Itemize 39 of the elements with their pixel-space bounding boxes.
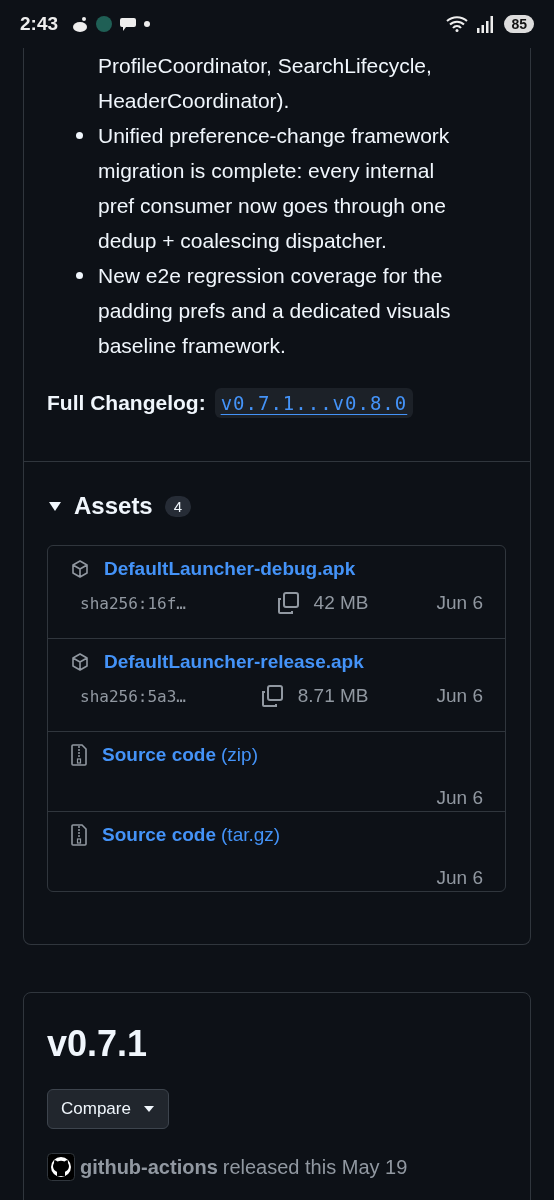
changelog-link[interactable]: v0.7.1...v0.8.0 xyxy=(214,388,414,418)
asset-date: Jun 6 xyxy=(436,867,483,889)
caret-icon xyxy=(142,1105,155,1113)
wifi-icon xyxy=(446,16,469,32)
asset-link[interactable]: Source code (tar.gz) xyxy=(102,824,281,846)
copy-icon[interactable] xyxy=(259,684,284,708)
copy-icon[interactable] xyxy=(275,591,300,615)
avatar-icon xyxy=(47,1153,75,1181)
asset-link[interactable]: DefaultLauncher-debug.apk xyxy=(104,558,356,580)
release-note: New e2e regression coverage for the padding prefs and a dedicated visuals baseline framework. xyxy=(98,263,452,359)
bullet-icon xyxy=(76,132,83,139)
asset-count: 4 xyxy=(164,495,192,517)
dot-icon xyxy=(144,21,151,27)
package-icon xyxy=(70,652,90,672)
chat-icon xyxy=(120,16,137,32)
changelog-label: Full Changelog: xyxy=(47,391,206,415)
asset-date: Jun 6 xyxy=(436,685,483,707)
bullet-icon xyxy=(76,272,83,279)
asset-link[interactable]: Source code (zip) xyxy=(102,744,258,766)
file-size: 42 MB xyxy=(313,592,369,614)
sha-hash: sha256:5a3… xyxy=(80,686,186,706)
file-size: 8.71 MB xyxy=(297,685,369,707)
package-icon xyxy=(70,559,90,579)
sha-hash: sha256:16f… xyxy=(80,593,186,613)
assets-heading[interactable]: Assets xyxy=(74,492,153,520)
release-version: v0.7.1 xyxy=(47,1023,149,1065)
release-date-text: released this May 19 xyxy=(222,1155,408,1179)
status-time: 2:43 xyxy=(20,13,59,35)
release-note: ProfileCoordinator, SearchLifecycle, HeaderCoordinator). xyxy=(98,53,433,114)
battery-level: 85 xyxy=(504,15,534,33)
zip-file-icon xyxy=(70,824,88,846)
asset-link[interactable]: DefaultLauncher-release.apk xyxy=(104,651,364,673)
caret-icon[interactable] xyxy=(48,499,62,513)
release-note: Unified preference-change framework migration is complete: every internal pref consumer now goes through one dedup + coalescing dispatcher. xyxy=(98,123,451,254)
asset-date: Jun 6 xyxy=(436,592,483,614)
compare-button[interactable]: Compare xyxy=(47,1089,169,1129)
zip-file-icon xyxy=(70,744,88,766)
asset-date: Jun 6 xyxy=(436,787,483,809)
author-link[interactable]: github-actions xyxy=(80,1155,218,1179)
